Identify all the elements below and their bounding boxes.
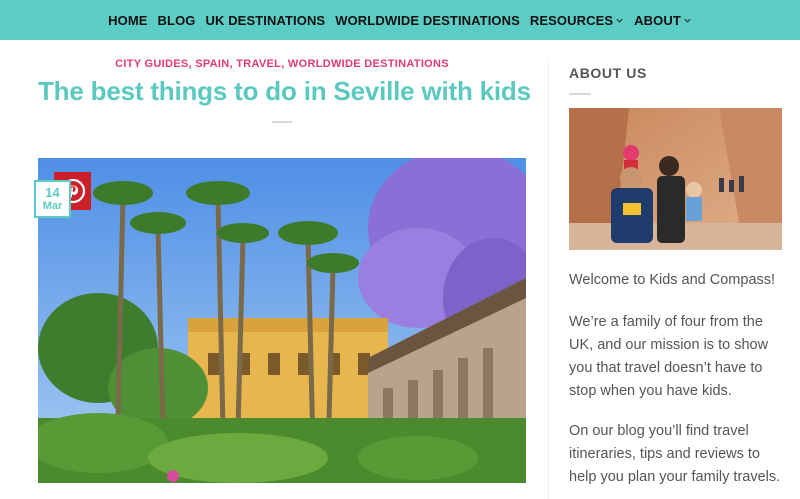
nav-item-label: WORLDWIDE DESTINATIONS: [335, 12, 520, 28]
nav-item-label: UK DESTINATIONS: [205, 12, 326, 28]
sidebar-heading: ABOUT US: [569, 65, 647, 81]
nav-item-label: HOME: [108, 12, 148, 28]
category-separator: ,: [281, 58, 288, 70]
post-date-badge: 14 Mar: [34, 180, 71, 218]
nav-item-uk-destinations[interactable]: UK DESTINATIONS: [201, 13, 331, 28]
nav-item-label: BLOG: [157, 12, 196, 28]
top-navigation: HOME BLOG UK DESTINATIONS WORLDWIDE DESTINA…: [0, 0, 800, 40]
post-date-month: Mar: [42, 200, 63, 212]
post-date-day: 14: [45, 185, 60, 200]
post-title[interactable]: The best things to do in Seville with ki…: [38, 76, 531, 107]
category-link[interactable]: SPAIN: [195, 58, 229, 70]
nav-menu: HOME BLOG UK DESTINATIONS WORLDWIDE DESTINA…: [0, 0, 800, 40]
sidebar-paragraph-2: We’re a family of four from the UK, and …: [569, 314, 769, 399]
nav-item-resources[interactable]: RESOURCES: [525, 13, 629, 28]
family-photo: [569, 108, 782, 250]
nav-item-label: ABOUT: [634, 12, 681, 28]
category-link[interactable]: CITY GUIDES: [115, 58, 188, 70]
sidebar-heading-rule: [569, 93, 591, 95]
category-link[interactable]: WORLDWIDE DESTINATIONS: [288, 58, 449, 70]
sidebar-divider: [548, 62, 549, 499]
nav-item-about[interactable]: ABOUT: [629, 13, 697, 28]
post-categories: CITY GUIDES, SPAIN, TRAVEL, WORLDWIDE DE…: [38, 58, 526, 70]
sidebar-paragraph-1: Welcome to Kids and Compass!: [569, 272, 776, 288]
nav-item-label: RESOURCES: [529, 12, 614, 28]
category-link[interactable]: TRAVEL: [236, 58, 281, 70]
sidebar-paragraph-3: On our blog you’ll find travel itinerari…: [569, 423, 781, 485]
featured-image[interactable]: [38, 158, 526, 483]
chevron-down-icon: [616, 18, 623, 23]
nav-item-worldwide-destinations[interactable]: WORLDWIDE DESTINATIONS: [330, 13, 525, 28]
nav-item-blog[interactable]: BLOG: [153, 13, 201, 28]
title-divider: [272, 121, 292, 123]
chevron-down-icon: [684, 18, 691, 23]
nav-item-home[interactable]: HOME: [103, 13, 152, 28]
